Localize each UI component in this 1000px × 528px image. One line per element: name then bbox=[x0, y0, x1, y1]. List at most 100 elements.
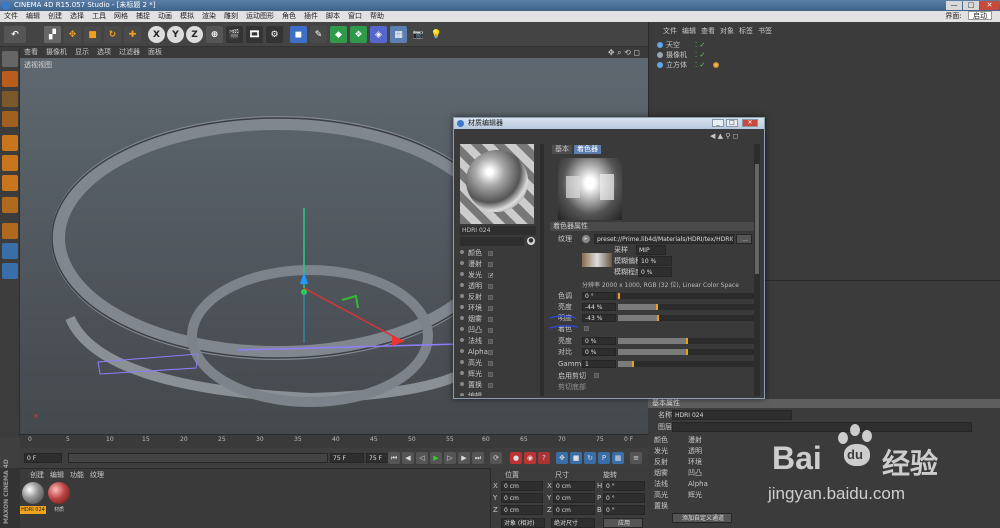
key-pla-icon[interactable]: ▦ bbox=[612, 452, 624, 464]
object-row-camera[interactable]: 摄像机 ⁚ ✓ bbox=[655, 51, 995, 60]
size-z-field[interactable]: 0 cm bbox=[553, 505, 595, 515]
contrast-slider[interactable] bbox=[618, 349, 754, 355]
texture-path-field[interactable]: preset://Prime.lib4d/Materials/HDRI/tex/… bbox=[594, 234, 734, 244]
contrast-field[interactable]: 0 % bbox=[582, 348, 616, 356]
tab-basic[interactable]: 基本 bbox=[552, 145, 572, 154]
menu-select[interactable]: 选择 bbox=[66, 11, 88, 22]
vp-menu-options[interactable]: 选项 bbox=[93, 47, 115, 58]
om-menu-bookmarks[interactable]: 书签 bbox=[758, 27, 772, 35]
timeline-settings-icon[interactable]: ≡ bbox=[630, 452, 642, 464]
minimize-button[interactable]: — bbox=[946, 1, 962, 10]
key-scale-icon[interactable]: ■ bbox=[570, 452, 582, 464]
menu-render[interactable]: 渲染 bbox=[198, 11, 220, 22]
mat-close-button[interactable]: ✕ bbox=[742, 119, 758, 127]
grid-icon[interactable] bbox=[2, 263, 18, 279]
viewport-nav-icons[interactable]: ✥ ⌕ ⟲ ◻ bbox=[604, 47, 644, 58]
channel-glow[interactable]: 辉光 bbox=[458, 369, 542, 380]
menu-mograph[interactable]: 运动图形 bbox=[242, 11, 278, 22]
live-select-icon[interactable]: ▞ bbox=[44, 26, 61, 43]
om-menu-objects[interactable]: 对象 bbox=[720, 27, 734, 35]
attr-channel[interactable]: 法线 bbox=[654, 479, 668, 489]
start-frame-field[interactable]: 0 F bbox=[24, 453, 62, 463]
loop-icon[interactable]: ⟳ bbox=[490, 452, 502, 464]
tab-shader[interactable]: 着色器 bbox=[574, 145, 601, 154]
coord-system-icon[interactable]: ⊕ bbox=[206, 26, 223, 43]
om-menu-edit[interactable]: 编辑 bbox=[682, 27, 696, 35]
vp-menu-panel[interactable]: 面板 bbox=[144, 47, 166, 58]
workplane-icon[interactable] bbox=[2, 111, 18, 127]
attr-channel[interactable]: 置换 bbox=[654, 501, 668, 511]
z-axis-icon[interactable]: Z bbox=[186, 26, 203, 43]
vp-menu-filter[interactable]: 过滤器 bbox=[115, 47, 144, 58]
rot-h-field[interactable]: 0 ° bbox=[603, 481, 645, 491]
params-scrollbar-thumb[interactable] bbox=[755, 164, 759, 274]
size-mode-dropdown[interactable]: 绝对尺寸 bbox=[551, 518, 595, 528]
menu-create[interactable]: 创建 bbox=[44, 11, 66, 22]
enable-clip-checkbox[interactable] bbox=[594, 373, 599, 378]
rot-b-field[interactable]: 0 ° bbox=[603, 505, 645, 515]
gamma-field[interactable]: 1 bbox=[582, 360, 616, 368]
channel-editor[interactable]: 编辑 bbox=[458, 391, 542, 396]
menu-snap[interactable]: 捕捉 bbox=[132, 11, 154, 22]
channel-luminance[interactable]: 发光 ✓ bbox=[458, 270, 542, 281]
y-axis-icon[interactable]: Y bbox=[167, 26, 184, 43]
coord-mode-dropdown[interactable]: 对象 (相对) bbox=[501, 518, 545, 528]
keyframe-selection-icon[interactable]: ? bbox=[538, 452, 550, 464]
frame-range-slider[interactable] bbox=[68, 453, 328, 463]
close-button[interactable]: ✕ bbox=[980, 1, 999, 10]
texture-browse-button[interactable]: ... bbox=[736, 234, 752, 244]
material-name[interactable]: 材质 bbox=[46, 506, 72, 514]
cube-icon[interactable]: ◼ bbox=[290, 26, 307, 43]
channel-color[interactable]: 颜色 bbox=[458, 248, 542, 259]
prev-frame-icon[interactable]: ◁ bbox=[416, 452, 428, 464]
subdivision-icon[interactable]: ◆ bbox=[330, 26, 347, 43]
attr-channel[interactable]: 颜色 bbox=[654, 435, 668, 445]
texture-mode-icon[interactable] bbox=[2, 91, 18, 107]
blur-offset-field[interactable]: 10 % bbox=[638, 256, 672, 266]
floor-icon[interactable]: ▦ bbox=[390, 26, 407, 43]
attr-channel[interactable]: 高光 bbox=[654, 490, 668, 500]
material-name-field[interactable]: HDRI 024 bbox=[460, 226, 536, 235]
move-icon[interactable]: ✥ bbox=[64, 26, 81, 43]
nav-arrows-icon[interactable]: ◀ ▲ ⚲ ◻ bbox=[710, 132, 738, 140]
key-param-icon[interactable]: P bbox=[598, 452, 610, 464]
object-row-sky[interactable]: 天空 ⁚ ✓ bbox=[655, 41, 995, 50]
material-editor-titlebar[interactable]: 材质编辑器 _ □ ✕ bbox=[454, 118, 764, 129]
key-position-icon[interactable]: ✥ bbox=[556, 452, 568, 464]
render-settings-icon[interactable]: ⚙ bbox=[266, 26, 283, 43]
material-dropdown[interactable] bbox=[460, 237, 524, 246]
mm-menu-texture[interactable]: 纹理 bbox=[90, 471, 104, 479]
menu-edit[interactable]: 编辑 bbox=[22, 11, 44, 22]
add-custom-channel-button[interactable]: 添加自定义通道 bbox=[672, 513, 732, 523]
make-editable-icon[interactable] bbox=[2, 51, 18, 67]
attr-channel[interactable]: 辉光 bbox=[688, 490, 702, 500]
vp-menu-cameras[interactable]: 摄像机 bbox=[42, 47, 71, 58]
channel-transparency[interactable]: 透明 bbox=[458, 281, 542, 292]
axis-mode-icon[interactable] bbox=[2, 197, 18, 213]
attr-name-field[interactable]: HDRI 024 bbox=[672, 410, 792, 420]
attr-channel[interactable]: Alpha bbox=[688, 479, 708, 489]
mm-menu-function[interactable]: 功能 bbox=[70, 471, 84, 479]
menu-window[interactable]: 窗口 bbox=[344, 11, 366, 22]
snap-icon[interactable] bbox=[2, 223, 18, 239]
menu-script[interactable]: 脚本 bbox=[322, 11, 344, 22]
render-picture-icon[interactable]: 🎞 bbox=[246, 26, 263, 43]
sampling-dropdown[interactable]: MIP bbox=[636, 245, 666, 255]
channel-fog[interactable]: 烟雾 bbox=[458, 314, 542, 325]
menu-file[interactable]: 文件 bbox=[0, 11, 22, 22]
key-rotation-icon[interactable]: ↻ bbox=[584, 452, 596, 464]
menu-mesh[interactable]: 网格 bbox=[110, 11, 132, 22]
camera-icon[interactable]: 📷 bbox=[410, 26, 427, 43]
play-icon[interactable]: ▶ bbox=[430, 452, 442, 464]
lock-workplane-icon[interactable] bbox=[2, 243, 18, 259]
attr-channel[interactable]: 透明 bbox=[688, 446, 702, 456]
prev-key-icon[interactable]: ◀ bbox=[402, 452, 414, 464]
channel-bump[interactable]: 凹凸 bbox=[458, 325, 542, 336]
end-frame-field[interactable]: 75 F bbox=[330, 453, 364, 463]
channel-reflection[interactable]: 反射 bbox=[458, 292, 542, 303]
hdri-material-name[interactable]: HDRI 024 bbox=[20, 506, 46, 514]
menu-tools[interactable]: 工具 bbox=[88, 11, 110, 22]
lightness-slider[interactable] bbox=[618, 315, 754, 321]
menu-help[interactable]: 帮助 bbox=[366, 11, 388, 22]
hue-slider[interactable] bbox=[618, 293, 754, 299]
